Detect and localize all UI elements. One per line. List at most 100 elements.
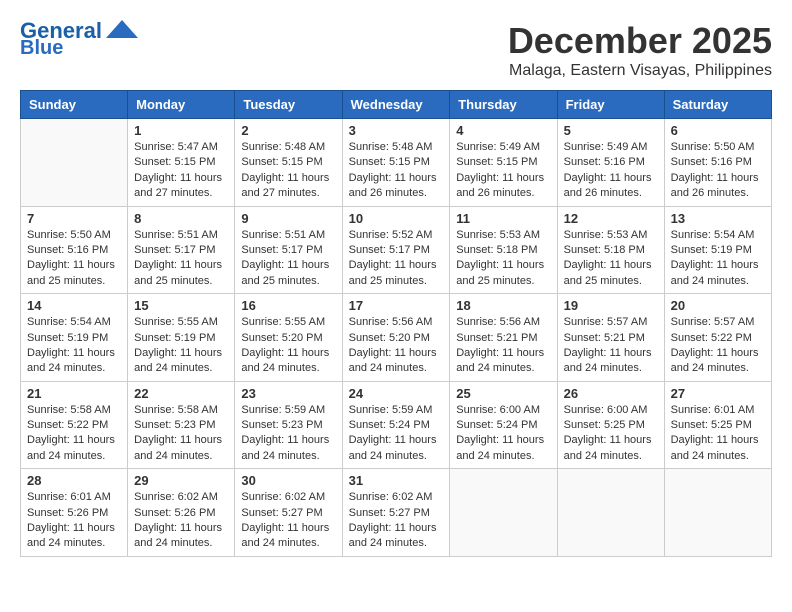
calendar-weekday-header: Wednesday <box>342 91 450 119</box>
day-number: 9 <box>241 211 335 226</box>
day-info: Sunrise: 6:01 AM Sunset: 5:25 PM Dayligh… <box>671 403 765 465</box>
title-section: December 2025 Malaga, Eastern Visayas, P… <box>508 20 772 80</box>
calendar-day-cell: 15 Sunrise: 5:55 AM Sunset: 5:19 PM Dayli… <box>128 294 235 382</box>
day-info: Sunrise: 6:02 AM Sunset: 5:27 PM Dayligh… <box>241 490 335 552</box>
day-info: Sunrise: 5:52 AM Sunset: 5:17 PM Dayligh… <box>349 228 444 290</box>
calendar-day-cell: 28 Sunrise: 6:01 AM Sunset: 5:26 PM Dayli… <box>21 469 128 557</box>
calendar-day-cell <box>450 469 557 557</box>
day-number: 5 <box>564 123 658 138</box>
day-info: Sunrise: 5:55 AM Sunset: 5:19 PM Dayligh… <box>134 315 228 377</box>
day-info: Sunrise: 5:49 AM Sunset: 5:15 PM Dayligh… <box>456 140 550 202</box>
calendar-day-cell: 25Sunrise: 6:00 AM Sunset: 5:24 PM Dayli… <box>450 381 557 469</box>
day-number: 30 <box>241 473 335 488</box>
day-info: Sunrise: 5:51 AM Sunset: 5:17 PM Dayligh… <box>134 228 228 290</box>
calendar-week-row: 7Sunrise: 5:50 AM Sunset: 5:16 PM Daylig… <box>21 206 772 294</box>
day-info: Sunrise: 5:56 AM Sunset: 5:20 PM Dayligh… <box>349 315 444 377</box>
calendar-day-cell: 10 Sunrise: 5:52 AM Sunset: 5:17 PM Dayli… <box>342 206 450 294</box>
calendar-day-cell: 21Sunrise: 5:58 AM Sunset: 5:22 PM Dayli… <box>21 381 128 469</box>
day-info: Sunrise: 5:58 AM Sunset: 5:23 PM Dayligh… <box>134 403 228 465</box>
calendar-day-cell: 13 Sunrise: 5:54 AM Sunset: 5:19 PM Dayli… <box>664 206 771 294</box>
day-info: Sunrise: 6:00 AM Sunset: 5:25 PM Dayligh… <box>564 403 658 465</box>
day-number: 8 <box>134 211 228 226</box>
day-number: 29 <box>134 473 228 488</box>
day-info: Sunrise: 5:48 AM Sunset: 5:15 PM Dayligh… <box>349 140 444 202</box>
calendar-day-cell: 23 Sunrise: 5:59 AM Sunset: 5:23 PM Dayli… <box>235 381 342 469</box>
day-number: 25 <box>456 386 550 401</box>
day-info: Sunrise: 5:59 AM Sunset: 5:24 PM Dayligh… <box>349 403 444 465</box>
day-number: 13 <box>671 211 765 226</box>
day-number: 10 <box>349 211 444 226</box>
calendar-day-cell: 3 Sunrise: 5:48 AM Sunset: 5:15 PM Daylig… <box>342 119 450 207</box>
day-info: Sunrise: 6:02 AM Sunset: 5:27 PM Dayligh… <box>349 490 444 552</box>
day-info: Sunrise: 5:54 AM Sunset: 5:19 PM Dayligh… <box>671 228 765 290</box>
day-info: Sunrise: 5:51 AM Sunset: 5:17 PM Dayligh… <box>241 228 335 290</box>
calendar-day-cell: 5 Sunrise: 5:49 AM Sunset: 5:16 PM Daylig… <box>557 119 664 207</box>
day-number: 2 <box>241 123 335 138</box>
page-title: December 2025 <box>508 20 772 62</box>
calendar-day-cell: 1Sunrise: 5:47 AM Sunset: 5:15 PM Daylig… <box>128 119 235 207</box>
calendar-body: 1Sunrise: 5:47 AM Sunset: 5:15 PM Daylig… <box>21 119 772 557</box>
day-number: 20 <box>671 298 765 313</box>
calendar-day-cell: 14 Sunrise: 5:54 AM Sunset: 5:19 PM Dayli… <box>21 294 128 382</box>
page-subtitle: Malaga, Eastern Visayas, Philippines <box>508 62 772 80</box>
day-info: Sunrise: 5:50 AM Sunset: 5:16 PM Dayligh… <box>27 228 121 290</box>
day-number: 17 <box>349 298 444 313</box>
day-info: Sunrise: 5:49 AM Sunset: 5:16 PM Dayligh… <box>564 140 658 202</box>
calendar-day-cell: 2Sunrise: 5:48 AM Sunset: 5:15 PM Daylig… <box>235 119 342 207</box>
calendar-day-cell: 24 Sunrise: 5:59 AM Sunset: 5:24 PM Dayli… <box>342 381 450 469</box>
logo-arrow-icon <box>106 20 138 38</box>
day-number: 18 <box>456 298 550 313</box>
day-number: 15 <box>134 298 228 313</box>
calendar-week-row: 14 Sunrise: 5:54 AM Sunset: 5:19 PM Dayli… <box>21 294 772 382</box>
day-info: Sunrise: 6:01 AM Sunset: 5:26 PM Dayligh… <box>27 490 121 552</box>
calendar-table: SundayMondayTuesdayWednesdayThursdayFrid… <box>20 90 772 557</box>
page-header: General Blue December 2025 Malaga, Easte… <box>20 20 772 80</box>
day-number: 27 <box>671 386 765 401</box>
day-info: Sunrise: 5:53 AM Sunset: 5:18 PM Dayligh… <box>564 228 658 290</box>
calendar-day-cell: 8 Sunrise: 5:51 AM Sunset: 5:17 PM Daylig… <box>128 206 235 294</box>
calendar-day-cell: 12Sunrise: 5:53 AM Sunset: 5:18 PM Dayli… <box>557 206 664 294</box>
day-number: 1 <box>134 123 228 138</box>
day-info: Sunrise: 5:54 AM Sunset: 5:19 PM Dayligh… <box>27 315 121 377</box>
calendar-day-cell <box>557 469 664 557</box>
calendar-header-row: SundayMondayTuesdayWednesdayThursdayFrid… <box>21 91 772 119</box>
calendar-weekday-header: Thursday <box>450 91 557 119</box>
calendar-weekday-header: Friday <box>557 91 664 119</box>
calendar-day-cell <box>21 119 128 207</box>
calendar-weekday-header: Tuesday <box>235 91 342 119</box>
calendar-day-cell: 17 Sunrise: 5:56 AM Sunset: 5:20 PM Dayli… <box>342 294 450 382</box>
day-number: 22 <box>134 386 228 401</box>
day-info: Sunrise: 5:57 AM Sunset: 5:22 PM Dayligh… <box>671 315 765 377</box>
day-number: 21 <box>27 386 121 401</box>
day-number: 6 <box>671 123 765 138</box>
calendar-weekday-header: Sunday <box>21 91 128 119</box>
day-number: 24 <box>349 386 444 401</box>
day-number: 4 <box>456 123 550 138</box>
calendar-day-cell: 7Sunrise: 5:50 AM Sunset: 5:16 PM Daylig… <box>21 206 128 294</box>
calendar-week-row: 21Sunrise: 5:58 AM Sunset: 5:22 PM Dayli… <box>21 381 772 469</box>
calendar-day-cell: 27 Sunrise: 6:01 AM Sunset: 5:25 PM Dayli… <box>664 381 771 469</box>
day-number: 3 <box>349 123 444 138</box>
calendar-day-cell: 20 Sunrise: 5:57 AM Sunset: 5:22 PM Dayli… <box>664 294 771 382</box>
day-info: Sunrise: 5:56 AM Sunset: 5:21 PM Dayligh… <box>456 315 550 377</box>
calendar-week-row: 1Sunrise: 5:47 AM Sunset: 5:15 PM Daylig… <box>21 119 772 207</box>
day-number: 28 <box>27 473 121 488</box>
day-info: Sunrise: 5:53 AM Sunset: 5:18 PM Dayligh… <box>456 228 550 290</box>
day-info: Sunrise: 5:50 AM Sunset: 5:16 PM Dayligh… <box>671 140 765 202</box>
calendar-day-cell: 26 Sunrise: 6:00 AM Sunset: 5:25 PM Dayli… <box>557 381 664 469</box>
calendar-day-cell: 9 Sunrise: 5:51 AM Sunset: 5:17 PM Daylig… <box>235 206 342 294</box>
day-number: 14 <box>27 298 121 313</box>
day-number: 23 <box>241 386 335 401</box>
day-info: Sunrise: 6:02 AM Sunset: 5:26 PM Dayligh… <box>134 490 228 552</box>
day-info: Sunrise: 5:59 AM Sunset: 5:23 PM Dayligh… <box>241 403 335 465</box>
calendar-weekday-header: Monday <box>128 91 235 119</box>
calendar-day-cell: 29 Sunrise: 6:02 AM Sunset: 5:26 PM Dayli… <box>128 469 235 557</box>
calendar-day-cell: 22 Sunrise: 5:58 AM Sunset: 5:23 PM Dayli… <box>128 381 235 469</box>
logo-blue: Blue <box>20 38 63 58</box>
calendar-day-cell: 11 Sunrise: 5:53 AM Sunset: 5:18 PM Dayli… <box>450 206 557 294</box>
calendar-weekday-header: Saturday <box>664 91 771 119</box>
calendar-day-cell <box>664 469 771 557</box>
calendar-day-cell: 18 Sunrise: 5:56 AM Sunset: 5:21 PM Dayli… <box>450 294 557 382</box>
day-number: 26 <box>564 386 658 401</box>
day-number: 11 <box>456 211 550 226</box>
